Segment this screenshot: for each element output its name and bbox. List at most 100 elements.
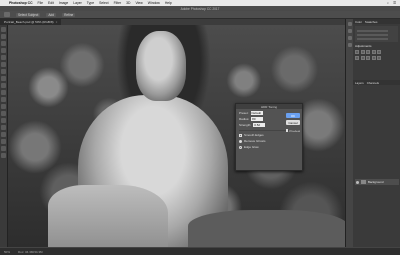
brush-panel-icon[interactable] (347, 36, 352, 40)
color-slider-2[interactable] (357, 34, 389, 36)
photo-top (48, 185, 168, 247)
menu-filter[interactable]: Filter (114, 1, 122, 5)
hue-saturation-icon[interactable] (355, 56, 359, 60)
menubar-status: ⌕ ☰ (387, 1, 400, 5)
adjustments-row-2 (355, 56, 398, 60)
adjustments-row-1 (355, 50, 398, 54)
quick-selection-tool-icon[interactable] (4, 12, 10, 17)
app-title: Adobe Photoshop CC 2017 (180, 6, 220, 11)
dialog-title[interactable]: HDR Toning (236, 104, 302, 109)
layer-thumbnail (361, 180, 366, 184)
tab-color[interactable]: Color (355, 20, 362, 24)
menu-layer[interactable]: Layer (73, 1, 81, 5)
tools-panel (0, 25, 8, 247)
move-tool-icon[interactable] (1, 27, 6, 32)
history-panel-icon[interactable] (347, 22, 352, 26)
preset-select[interactable]: Default (250, 111, 263, 115)
path-select-tool-icon[interactable] (1, 132, 6, 137)
vibrance-icon[interactable] (377, 50, 381, 54)
color-slider-3[interactable] (357, 38, 389, 40)
preset-label: Preset: (239, 111, 249, 115)
menu-app[interactable]: Photoshop CC (9, 1, 33, 5)
menu-file[interactable]: File (38, 1, 43, 5)
radius-label: Radius: (239, 117, 250, 121)
search-icon[interactable]: ⌕ (387, 1, 389, 5)
exposure-icon[interactable] (371, 50, 376, 54)
strength-field[interactable]: 0.52 (253, 123, 266, 127)
lasso-tool-icon[interactable] (1, 41, 6, 46)
brightness-icon[interactable] (355, 50, 359, 54)
stamp-tool-icon[interactable] (1, 83, 6, 88)
menu-type[interactable]: Type (87, 1, 94, 5)
properties-panel-icon[interactable] (347, 29, 352, 33)
photo-face (136, 31, 186, 101)
marquee-tool-icon[interactable] (1, 34, 6, 39)
preview-toggle[interactable]: Preview (286, 128, 300, 133)
edge-glow-radio[interactable] (239, 145, 242, 149)
eraser-tool-icon[interactable] (1, 97, 6, 102)
close-icon[interactable]: × (56, 20, 58, 24)
gradient-tool-icon[interactable] (1, 104, 6, 109)
right-panels: Color Swatches Adjustments Layers Channe… (345, 19, 400, 247)
menu-edit[interactable]: Edit (48, 1, 54, 5)
dodge-tool-icon[interactable] (1, 111, 6, 116)
type-tool-icon[interactable] (1, 125, 6, 130)
eyedropper-tool-icon[interactable] (1, 62, 6, 67)
smooth-edges-checkbox[interactable] (239, 133, 242, 137)
preview-checkbox[interactable] (286, 129, 289, 132)
panel-icon-strip (346, 19, 353, 247)
shape-tool-icon[interactable] (1, 139, 6, 144)
color-tabs: Color Swatches (353, 19, 400, 24)
eye-icon[interactable] (356, 180, 359, 184)
add-option[interactable]: Add (46, 12, 57, 17)
ok-button[interactable]: OK (286, 113, 300, 118)
curves-icon[interactable] (366, 50, 370, 54)
radius-field[interactable]: 80 (251, 117, 264, 121)
preview-label: Preview (289, 128, 300, 133)
zoom-level[interactable]: 50% (4, 250, 10, 254)
color-slider[interactable] (357, 30, 389, 32)
photo-rocks (188, 210, 345, 247)
black-white-icon[interactable] (366, 56, 370, 60)
layers-tabs: Layers Channels (353, 80, 400, 85)
menu-select[interactable]: Select (99, 1, 108, 5)
hand-tool-icon[interactable] (1, 146, 6, 151)
channel-mixer-icon[interactable] (377, 56, 381, 60)
color-panel (355, 26, 398, 42)
smooth-edges-label: Smooth Edges (244, 133, 264, 137)
tab-channels[interactable]: Channels (367, 81, 379, 85)
refine-option[interactable]: Refine (62, 12, 76, 17)
menu-list-icon[interactable]: ☰ (393, 1, 396, 5)
character-panel-icon[interactable] (347, 43, 352, 47)
menu-view[interactable]: View (135, 1, 142, 5)
select-subject-button[interactable]: Select Subject (16, 12, 41, 17)
photo-filter-icon[interactable] (371, 56, 376, 60)
healing-tool-icon[interactable] (1, 69, 6, 74)
quick-select-tool-icon[interactable] (1, 48, 6, 53)
strength-label: Strength: (239, 123, 252, 127)
options-bar: Select Subject Add Refine (0, 11, 400, 19)
tab-swatches[interactable]: Swatches (365, 20, 378, 24)
color-balance-icon[interactable] (360, 56, 365, 60)
levels-icon[interactable] (360, 50, 365, 54)
doc-size: Doc: 34.3M/34.3M (18, 249, 43, 254)
brush-tool-icon[interactable] (1, 76, 6, 81)
tab-label: Portrait_Beach.psd @ 50% (RGB/8) (4, 20, 54, 24)
layer-name: Background (368, 180, 384, 184)
crop-tool-icon[interactable] (1, 55, 6, 60)
menu-help[interactable]: Help (165, 1, 172, 5)
menu-window[interactable]: Window (148, 1, 160, 5)
pen-tool-icon[interactable] (1, 118, 6, 123)
edge-glow-label: Edge Glow (244, 145, 259, 149)
cancel-button[interactable]: Cancel (286, 120, 300, 125)
status-bar: 50% Doc: 34.3M/34.3M (0, 247, 400, 255)
layer-row[interactable]: Background (355, 179, 399, 185)
panel-main: Color Swatches Adjustments Layers Channe… (353, 19, 400, 247)
menu-image[interactable]: Image (59, 1, 68, 5)
history-brush-tool-icon[interactable] (1, 90, 6, 95)
tab-layers[interactable]: Layers (355, 81, 364, 85)
adjustments-heading: Adjustments (355, 44, 372, 48)
zoom-tool-icon[interactable] (1, 153, 6, 158)
menu-3d[interactable]: 3D (126, 1, 130, 5)
remove-ghosts-radio[interactable] (239, 139, 242, 143)
